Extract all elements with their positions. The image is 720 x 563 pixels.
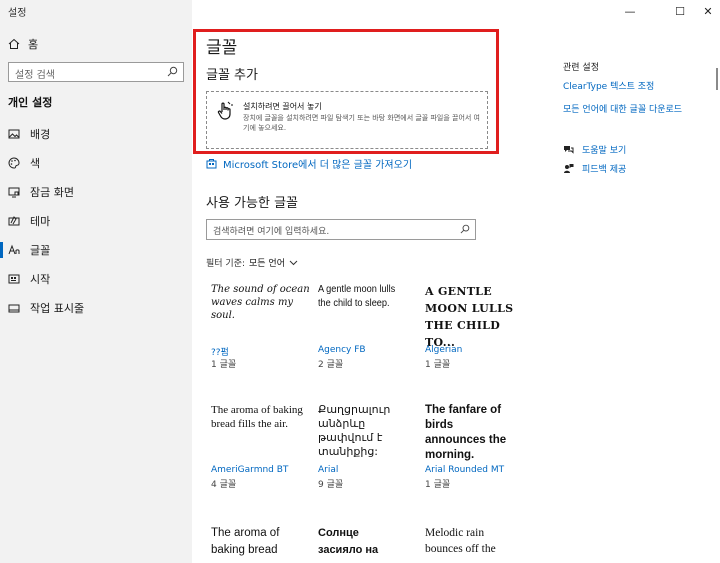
search-icon (167, 66, 178, 77)
font-count: 9 글꼴 (318, 480, 344, 490)
sidebar-item-label: 글꼴 (30, 244, 51, 257)
sidebar: 홈 설정 검색 개인 설정 배경 색 잠금 화면 테마 글꼴 시작 작업 표시줄 (0, 0, 192, 563)
theme-icon (8, 216, 20, 226)
font-preview: Melodic rain bounces off the (425, 527, 496, 555)
sidebar-item-label: 잠금 화면 (30, 186, 74, 199)
window-title: 설정 (8, 8, 27, 19)
sidebar-item-label: 배경 (30, 128, 51, 141)
font-icon (8, 244, 20, 255)
font-preview: Солнце засияло на (318, 527, 379, 556)
get-help-label: 도움말 보기 (582, 146, 627, 156)
sidebar-item-label: 색 (30, 157, 41, 170)
help-icon (564, 146, 574, 154)
sidebar-item-taskbar[interactable]: 작업 표시줄 (0, 296, 192, 320)
scrollbar[interactable] (714, 22, 720, 563)
section-title: 개인 설정 (8, 96, 53, 109)
sidebar-item-label: 테마 (30, 215, 51, 228)
sidebar-item-color[interactable]: 색 (0, 151, 192, 175)
get-help-link[interactable]: 도움말 보기 (563, 143, 626, 156)
cleartype-link[interactable]: ClearType 텍스트 조정 (563, 79, 654, 92)
font-count: 1 글꼴 (425, 360, 451, 370)
close-button[interactable]: ✕ (690, 0, 720, 22)
related-settings-title: 관련 설정 (563, 63, 599, 73)
store-icon (206, 159, 217, 169)
font-card[interactable]: Солнце засияло на (318, 525, 418, 563)
minimize-button[interactable]: — (612, 0, 648, 22)
font-preview: Քաղցրալուր անձրևը թափվում է տանիքից: (318, 403, 391, 458)
font-name: Arial (318, 465, 339, 475)
search-icon (460, 224, 470, 234)
chevron-down-icon (289, 260, 298, 266)
font-search-input[interactable]: 검색하려면 여기에 입력하세요. (206, 219, 476, 240)
available-fonts-title: 사용 가능한 글꼴 (206, 196, 298, 211)
font-count: 4 글꼴 (211, 480, 237, 490)
font-count: 1 글꼴 (425, 480, 451, 490)
feedback-icon (564, 164, 574, 173)
filter-value: 모든 언어 (249, 259, 285, 269)
filter-label: 필터 기준: (206, 259, 246, 269)
font-preview: The fanfare of birds announces the morni… (425, 404, 507, 461)
palette-icon (8, 157, 20, 169)
home-label: 홈 (28, 38, 39, 51)
sidebar-item-label: 작업 표시줄 (30, 302, 85, 315)
store-link[interactable]: Microsoft Store에서 더 많은 글꼴 가져오기 (206, 156, 412, 171)
add-fonts-title: 글꼴 추가 (206, 68, 258, 83)
drop-zone-title: 설치하려면 끌어서 놓기 (243, 102, 322, 111)
font-card[interactable]: Melodic rain bounces off the (425, 525, 525, 563)
font-card[interactable]: The aroma of baking bread (211, 525, 311, 563)
home-icon (8, 38, 20, 49)
title-bar: 설정 — ☐ ✕ (0, 0, 720, 22)
scrollbar-thumb[interactable] (716, 68, 718, 90)
font-name: Arial Rounded MT (425, 465, 505, 475)
settings-search-input[interactable]: 설정 검색 (8, 62, 184, 82)
font-drop-zone[interactable]: 설치하려면 끌어서 놓기 장치에 글꼴을 설치하려면 파일 탐색기 또는 바탕 … (206, 91, 488, 149)
sidebar-item-label: 시작 (30, 273, 51, 286)
drop-zone-description: 장치에 글꼴을 설치하려면 파일 탐색기 또는 바탕 화면에서 글꼴 파일을 끌… (243, 114, 480, 132)
sidebar-item-theme[interactable]: 테마 (0, 209, 192, 233)
feedback-link[interactable]: 피드백 제공 (563, 162, 626, 175)
font-preview: A gentle moon lulls the child to sleep. (318, 284, 396, 309)
language-filter[interactable]: 필터 기준: 모든 언어 (206, 256, 298, 269)
lock-screen-icon (8, 187, 20, 198)
font-name: AmeriGarmnd BT (211, 465, 289, 475)
home-nav[interactable]: 홈 (8, 36, 38, 52)
image-icon (8, 129, 20, 139)
font-search-placeholder: 검색하려면 여기에 입력하세요. (213, 227, 330, 237)
sidebar-item-start[interactable]: 시작 (0, 267, 192, 291)
taskbar-icon (8, 304, 20, 313)
font-name: Algerian (425, 345, 463, 355)
store-link-label: Microsoft Store에서 더 많은 글꼴 가져오기 (223, 160, 413, 171)
sidebar-item-lock-screen[interactable]: 잠금 화면 (0, 180, 192, 204)
font-name: Agency FB (318, 345, 366, 355)
drag-hand-icon (217, 101, 233, 120)
sidebar-item-fonts[interactable]: 글꼴 (0, 238, 192, 262)
font-count: 1 글꼴 (211, 360, 237, 370)
font-preview: The aroma of baking bread (211, 527, 280, 556)
start-icon (8, 274, 20, 284)
download-fonts-link[interactable]: 모든 언어에 대한 글꼴 다운로드 (563, 102, 682, 115)
font-count: 2 글꼴 (318, 360, 344, 370)
sidebar-item-background[interactable]: 배경 (0, 122, 192, 146)
font-preview: The sound of ocean waves calms my soul. (211, 284, 310, 321)
feedback-label: 피드백 제공 (582, 165, 627, 175)
font-preview: The aroma of baking bread fills the air. (211, 404, 303, 430)
page-title: 글꼴 (206, 38, 238, 58)
settings-search-placeholder: 설정 검색 (15, 70, 55, 81)
font-preview: A GENTLE MOON LULLS THE CHILD TO... (425, 285, 514, 349)
